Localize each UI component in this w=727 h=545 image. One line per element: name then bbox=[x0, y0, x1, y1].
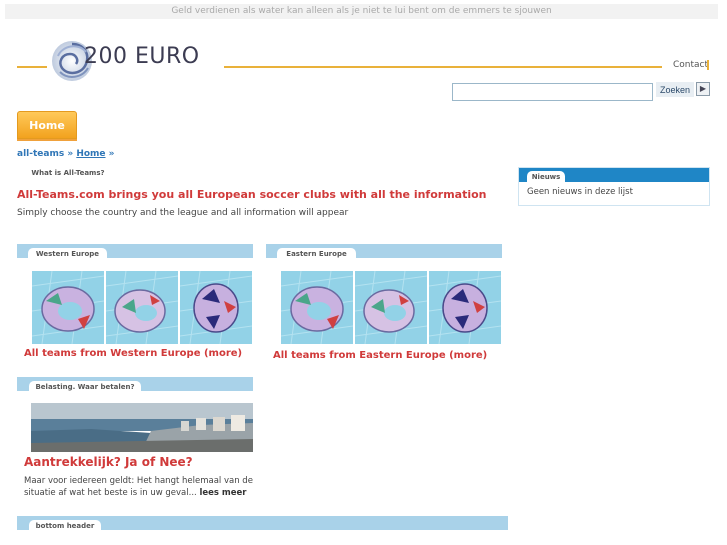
western-team-image-3[interactable] bbox=[180, 271, 252, 344]
western-team-image-2[interactable] bbox=[106, 271, 178, 344]
eastern-europe-tab: Eastern Europe bbox=[277, 248, 356, 260]
article-title[interactable]: Aantrekkelijk? Ja of Nee? bbox=[24, 455, 193, 469]
article-tab: Belasting. Waar betalen? bbox=[29, 381, 141, 393]
breadcrumb-root[interactable]: all-teams bbox=[17, 149, 64, 159]
search-button[interactable]: Zoeken bbox=[656, 82, 694, 97]
breadcrumb-current[interactable]: Home bbox=[76, 149, 105, 159]
eastern-team-image-3[interactable] bbox=[429, 271, 501, 344]
nav-tab-underline bbox=[17, 139, 77, 141]
logo-text: 200 EURO bbox=[84, 44, 200, 69]
intro-text: Simply choose the country and the league… bbox=[17, 208, 349, 218]
nav-tab-home[interactable]: Home bbox=[17, 111, 77, 139]
western-europe-link[interactable]: All teams from Western Europe (more) bbox=[24, 348, 242, 359]
contact-link[interactable]: Contact bbox=[673, 60, 708, 70]
search-input[interactable] bbox=[452, 83, 653, 101]
western-europe-tab: Western Europe bbox=[28, 248, 107, 260]
top-tagline: Geld verdienen als water kan alleen als … bbox=[5, 4, 718, 19]
article-photo[interactable] bbox=[31, 403, 253, 452]
breadcrumb-separator: » bbox=[108, 149, 115, 159]
footer-tab: bottom header bbox=[29, 520, 101, 532]
intro-tab: What is All-Teams? bbox=[24, 167, 112, 179]
article-body: Maar voor iedereen geldt: Het hangt hele… bbox=[24, 475, 258, 499]
western-team-image-1[interactable] bbox=[32, 271, 104, 344]
news-empty-text: Geen nieuws in deze lijst bbox=[527, 187, 633, 197]
read-more-link[interactable]: lees meer bbox=[199, 488, 246, 498]
news-panel: Nieuws Geen nieuws in deze lijst bbox=[518, 167, 710, 206]
eastern-team-image-1[interactable] bbox=[281, 271, 353, 344]
logo-rule-right bbox=[224, 66, 662, 68]
eastern-team-image-2[interactable] bbox=[355, 271, 427, 344]
search-go-icon[interactable]: ▶ bbox=[696, 82, 710, 96]
intro-headline: All-Teams.com brings you all European so… bbox=[17, 188, 487, 201]
breadcrumb: all-teams » Home » bbox=[17, 149, 114, 159]
news-tab: Nieuws bbox=[527, 171, 565, 183]
contact-divider bbox=[707, 60, 709, 70]
eastern-europe-link[interactable]: All teams from Eastern Europe (more) bbox=[273, 350, 487, 361]
logo-rule-left bbox=[17, 66, 47, 68]
breadcrumb-separator: » bbox=[67, 149, 74, 159]
